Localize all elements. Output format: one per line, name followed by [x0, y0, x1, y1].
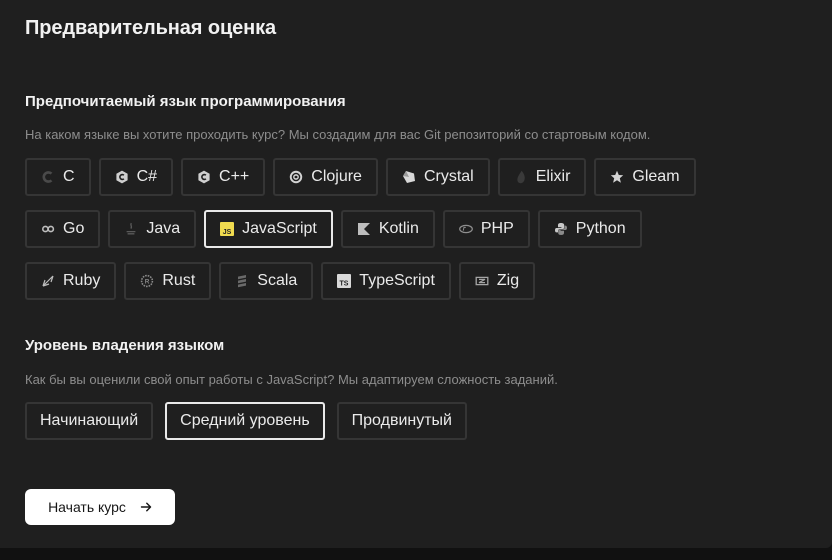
language-label: Ruby	[63, 272, 101, 289]
language-label: Go	[63, 220, 85, 237]
elixir-icon	[514, 170, 528, 184]
language-option-clojure[interactable]: Clojure	[273, 158, 378, 196]
assessment-card: Предварительная оценка Предпочитаемый яз…	[0, 0, 832, 548]
language-label: Elixir	[535, 168, 571, 185]
language-label: Crystal	[423, 168, 474, 185]
level-option-advanced[interactable]: Продвинутый	[336, 402, 467, 440]
language-label: Java	[146, 220, 181, 237]
language-option-ruby[interactable]: Ruby	[25, 262, 117, 300]
language-label: Clojure	[311, 168, 362, 185]
language-option-javascript[interactable]: JS JavaScript	[204, 210, 333, 248]
language-label: Scala	[257, 272, 298, 289]
language-row-2: Go Java JS JavaScript Kotlin PHP Python	[25, 210, 642, 248]
language-option-c[interactable]: C	[25, 158, 91, 196]
language-option-crystal[interactable]: Crystal	[385, 158, 490, 196]
language-label: Python	[575, 220, 626, 237]
language-section-description: На каком языке вы хотите проходить курс?…	[25, 127, 651, 142]
level-option-beginner[interactable]: Начинающий	[25, 402, 154, 440]
language-row-1: C C# C++ Clojure Crystal Elixir Gleam	[25, 158, 696, 196]
language-option-typescript[interactable]: TS TypeScript	[321, 262, 451, 300]
language-option-gleam[interactable]: Gleam	[594, 158, 696, 196]
language-option-cpp[interactable]: C++	[181, 158, 266, 196]
language-option-java[interactable]: Java	[108, 210, 197, 248]
language-label: C++	[219, 168, 250, 185]
language-label: Gleam	[632, 168, 680, 185]
language-label: Zig	[496, 272, 520, 289]
language-label: C#	[136, 168, 158, 185]
crystal-icon	[402, 170, 416, 184]
language-option-kotlin[interactable]: Kotlin	[340, 210, 435, 248]
level-label: Средний уровень	[180, 412, 310, 429]
language-option-rust[interactable]: R Rust	[124, 262, 212, 300]
level-option-intermediate[interactable]: Средний уровень	[165, 402, 325, 440]
csharp-icon	[115, 170, 129, 184]
language-option-go[interactable]: Go	[25, 210, 101, 248]
go-icon	[41, 222, 55, 236]
php-icon	[458, 222, 473, 236]
level-label: Продвинутый	[351, 412, 452, 429]
kotlin-icon	[357, 222, 371, 236]
language-option-python[interactable]: Python	[537, 210, 642, 248]
level-label: Начинающий	[40, 412, 139, 429]
python-icon	[554, 222, 568, 236]
language-option-csharp[interactable]: C#	[98, 158, 174, 196]
arrow-right-icon	[140, 502, 152, 512]
start-course-button[interactable]: Начать курс	[25, 489, 175, 525]
clojure-icon	[289, 170, 303, 184]
svg-text:R: R	[145, 279, 150, 286]
language-label: Rust	[162, 272, 196, 289]
language-section-title: Предпочитаемый язык программирования	[25, 93, 346, 110]
language-option-scala[interactable]: Scala	[219, 262, 314, 300]
c-icon	[41, 170, 55, 184]
scala-icon	[235, 274, 249, 288]
start-course-label: Начать курс	[48, 499, 126, 515]
language-label: JavaScript	[242, 220, 317, 237]
zig-icon	[475, 274, 489, 288]
cpp-icon	[197, 170, 211, 184]
language-option-elixir[interactable]: Elixir	[497, 158, 587, 196]
javascript-icon: JS	[220, 222, 235, 236]
rust-icon: R	[140, 274, 154, 288]
ruby-icon	[41, 274, 55, 288]
language-row-3: Ruby R Rust Scala TS TypeScript Zig	[25, 262, 536, 300]
level-section-description: Как бы вы оценили свой опыт работы с Jav…	[25, 372, 558, 387]
typescript-icon: TS	[337, 274, 352, 288]
level-options: Начинающий Средний уровень Продвинутый	[25, 402, 467, 440]
page-title: Предварительная оценка	[25, 17, 277, 39]
language-option-php[interactable]: PHP	[442, 210, 530, 248]
svg-text:TS: TS	[340, 281, 349, 288]
language-label: C	[63, 168, 75, 185]
level-section-title: Уровень владения языком	[25, 337, 225, 354]
language-option-zig[interactable]: Zig	[458, 262, 536, 300]
svg-text:JS: JS	[223, 229, 232, 236]
language-label: PHP	[480, 220, 514, 237]
java-icon	[124, 222, 138, 236]
gleam-star-icon	[610, 170, 624, 184]
language-label: TypeScript	[359, 272, 435, 289]
language-label: Kotlin	[378, 220, 419, 237]
